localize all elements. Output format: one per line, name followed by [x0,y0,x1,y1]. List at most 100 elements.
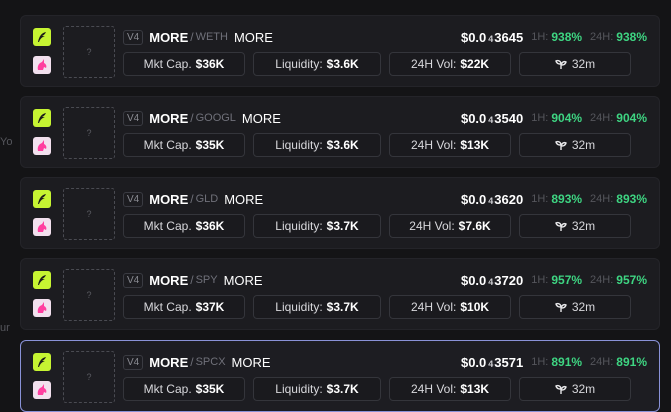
price-zero-count: 4 [488,276,494,287]
price-prefix: $0.0 [460,110,487,126]
token-name: MORE [224,191,264,207]
title-row: V4 MORE / WETH MORE $0.0 4 3645 1H: 938%… [123,28,647,46]
age-stat: 32m [519,214,631,238]
pair-separator: / [190,273,194,287]
volume-stat: 24H Vol: $22K [389,52,511,76]
price-prefix: $0.0 [460,191,487,207]
image-placeholder-icon: ? [63,107,115,159]
liquidity-stat: Liquidity: $3.6K [253,52,381,76]
stats-row: Mkt Cap. $36K Liquidity: $3.6K 24H Vol: $22… [123,52,631,76]
token-name: MORE [233,29,273,45]
price-prefix: $0.0 [460,354,487,370]
sprout-icon [554,384,567,394]
change-1h-value: 904% [551,111,583,125]
change-24h-value: 891% [616,355,647,369]
pair-separator: / [190,355,194,369]
sprout-icon [554,59,567,69]
liquidity-stat: Liquidity: $3.6K [253,133,381,157]
token-price: $0.0 4 3571 [461,355,523,370]
price-digits: 3571 [494,354,524,370]
pair-symbol: GLD [195,193,219,205]
stats-row: Mkt Cap. $36K Liquidity: $3.7K 24H Vol: $7.… [123,214,631,238]
unicorn-icon [33,218,51,236]
feather-icon [33,109,51,127]
price-digits: 3645 [494,29,524,45]
token-card[interactable]: ? V4 MORE / SPY MORE $0.0 4 3720 1H: 957… [20,258,660,330]
version-badge: V4 [123,110,144,126]
token-symbol: MORE [149,272,189,288]
feather-icon [33,271,51,289]
change-1h-value: 957% [551,273,583,287]
title-row: V4 MORE / GOOGL MORE $0.0 4 3540 1H: 904… [123,109,647,127]
change-24h-label: 24H: [590,112,614,124]
pair-separator: / [190,111,194,125]
token-symbol: MORE [149,110,189,126]
stats-row: Mkt Cap. $35K Liquidity: $3.6K 24H Vol: $13… [123,133,631,157]
token-price: $0.0 4 3720 [461,273,523,288]
liquidity-stat: Liquidity: $3.7K [253,377,381,401]
token-symbol: MORE [149,29,189,45]
change-1h-label: 1H: [531,356,549,368]
change-1h-label: 1H: [531,193,549,205]
change-24h-value: 938% [616,30,647,44]
feather-icon [33,190,51,208]
token-name: MORE [231,354,271,370]
change-24h-label: 24H: [590,193,614,205]
pair-separator: / [190,30,194,44]
sprout-icon [554,221,567,231]
unicorn-icon [33,137,51,155]
sprout-icon [554,302,567,312]
change-24h-label: 24H: [590,274,614,286]
title-row: V4 MORE / GLD MORE $0.0 4 3620 1H: 893% … [123,190,647,208]
market-cap-stat: Mkt Cap. $36K [123,52,245,76]
price-digits: 3620 [494,191,524,207]
token-symbol: MORE [149,191,189,207]
price-prefix: $0.0 [460,272,487,288]
image-placeholder-icon: ? [63,351,115,403]
token-name: MORE [241,110,281,126]
version-badge: V4 [123,191,144,207]
pair-separator: / [190,192,194,206]
edge-fragment-2: ur [0,322,10,334]
age-stat: 32m [519,377,631,401]
volume-stat: 24H Vol: $13K [389,133,511,157]
volume-stat: 24H Vol: $7.6K [389,214,511,238]
liquidity-stat: Liquidity: $3.7K [253,295,381,319]
token-price: $0.0 4 3645 [461,30,523,45]
change-24h-label: 24H: [590,356,614,368]
price-zero-count: 4 [488,33,494,44]
age-stat: 32m [519,295,631,319]
stats-row: Mkt Cap. $35K Liquidity: $3.7K 24H Vol: $13… [123,377,631,401]
token-name: MORE [223,272,263,288]
token-price: $0.0 4 3620 [461,192,523,207]
change-24h-value: 957% [616,273,647,287]
market-cap-stat: Mkt Cap. $35K [123,133,245,157]
pair-symbol: WETH [195,31,228,43]
change-24h-label: 24H: [590,31,614,43]
price-zero-count: 4 [488,358,494,369]
version-badge: V4 [123,354,144,370]
change-24h-value: 904% [616,111,647,125]
change-1h-label: 1H: [531,274,549,286]
price-digits: 3720 [494,272,524,288]
token-symbol: MORE [149,354,189,370]
edge-fragment-1: Yo [0,136,12,148]
image-placeholder-icon: ? [63,26,115,78]
token-price: $0.0 4 3540 [461,111,523,126]
unicorn-icon [33,299,51,317]
pair-symbol: SPY [195,274,218,286]
market-cap-stat: Mkt Cap. $37K [123,295,245,319]
change-24h-value: 893% [616,192,647,206]
token-card[interactable]: ? V4 MORE / GLD MORE $0.0 4 3620 1H: 893… [20,177,660,249]
version-badge: V4 [123,272,144,288]
price-zero-count: 4 [488,195,494,206]
change-1h-label: 1H: [531,112,549,124]
market-cap-stat: Mkt Cap. $35K [123,377,245,401]
liquidity-stat: Liquidity: $3.7K [253,214,381,238]
token-card-selected[interactable]: ? V4 MORE / SPCX MORE $0.0 4 3571 1H: 89… [20,340,660,412]
token-card[interactable]: ? V4 MORE / GOOGL MORE $0.0 4 3540 1H: 9… [20,96,660,168]
token-card[interactable]: ? V4 MORE / WETH MORE $0.0 4 3645 1H: 93… [20,15,660,87]
volume-stat: 24H Vol: $10K [389,295,511,319]
stats-row: Mkt Cap. $37K Liquidity: $3.7K 24H Vol: $10… [123,295,631,319]
change-1h-value: 891% [551,355,583,369]
